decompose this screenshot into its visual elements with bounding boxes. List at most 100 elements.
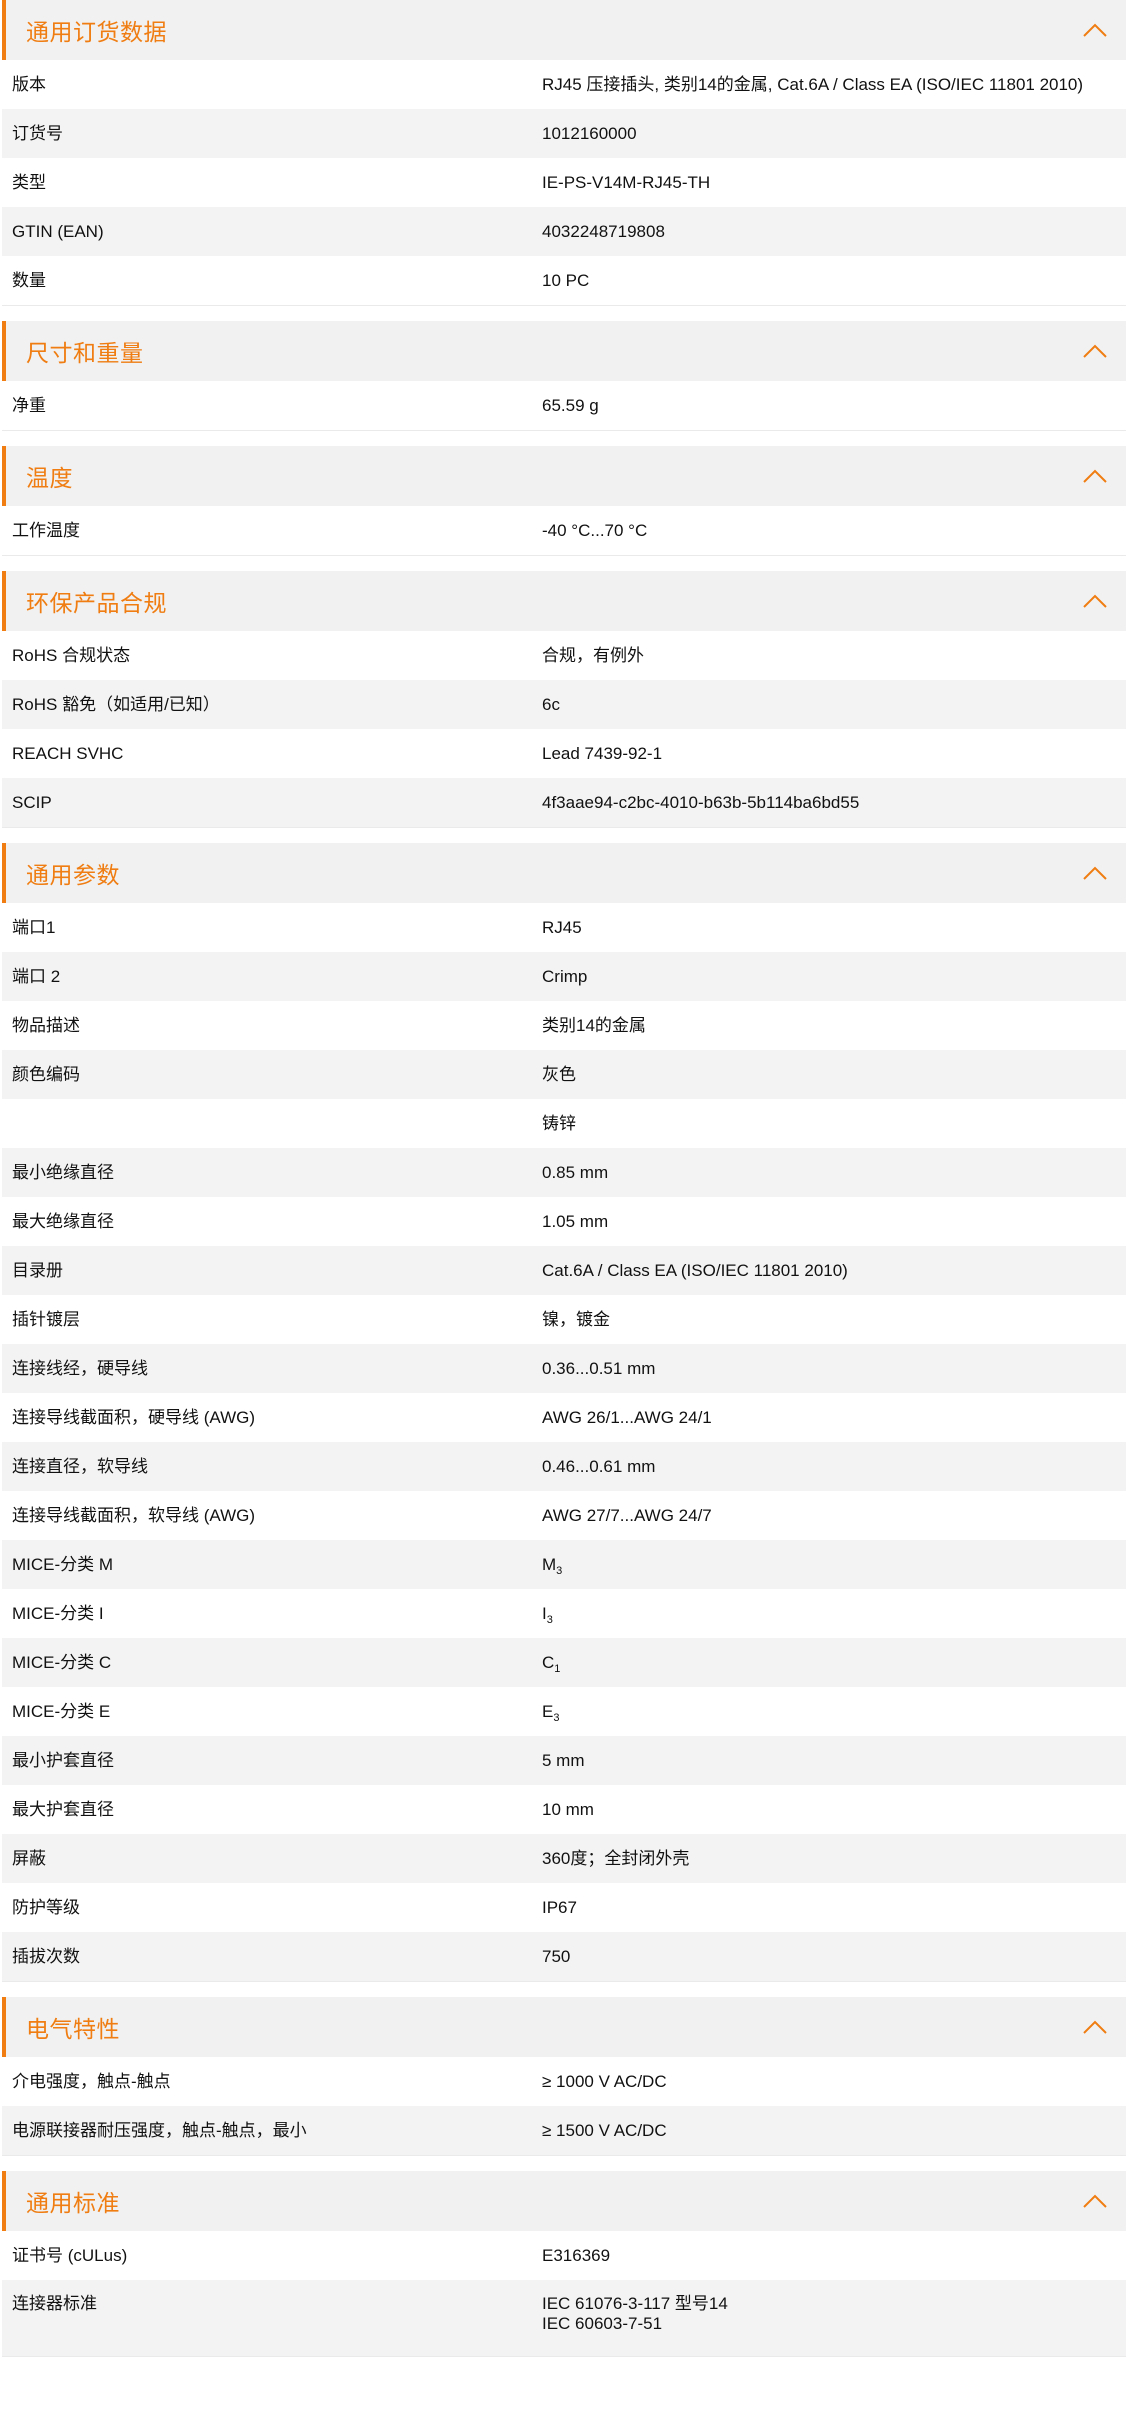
spec-value-text: AWG 26/1...AWG 24/1	[542, 1407, 712, 1427]
spec-label: MICE-分类 C	[12, 1652, 112, 1672]
spec-value: 750	[542, 1947, 1126, 1967]
spec-value-text: 镍，镀金	[542, 1309, 610, 1329]
spec-value: 1.05 mm	[542, 1212, 1126, 1232]
spec-value: 铸锌	[542, 1114, 1126, 1134]
spec-value: -40 °C...70 °C	[542, 521, 1126, 541]
spec-table: RoHS 合规状态 合规，有例外 RoHS 豁免（如适用/已知） 6c REACH SV…	[2, 631, 1126, 828]
spec-value: IP67	[542, 1898, 1126, 1918]
spec-value-text-line2: IEC 60603-7-51	[542, 2314, 663, 2333]
chevron-up-icon[interactable]	[1082, 865, 1108, 881]
spec-value: 类别14的金属	[542, 1016, 1126, 1036]
spec-row: 连接直径，软导线 0.46...0.61 mm	[2, 1442, 1126, 1491]
spec-row: REACH SVHC Lead 7439-92-1	[2, 729, 1126, 778]
section-title: 电气特性	[26, 2016, 120, 2042]
spec-value-subscript: 3	[553, 1711, 560, 1724]
spec-label: REACH SVHC	[12, 743, 124, 763]
section-header[interactable]: 通用订货数据	[2, 0, 1126, 60]
spec-value-text: Crimp	[542, 966, 588, 986]
spec-label: 目录册	[12, 1260, 63, 1280]
spec-row: 插拔次数 750	[2, 1932, 1126, 1981]
spec-row: 证书号 (cULus) E316369	[2, 2231, 1126, 2280]
section-header[interactable]: 尺寸和重量	[2, 321, 1126, 381]
spec-label: 连接线经，硬导线	[12, 1358, 148, 1378]
spec-section: 通用参数 端口1 RJ45 端口 2 Crimp 物品描述 类别14的金属 颜色编码 灰色 铸锌最…	[2, 843, 1126, 1982]
spec-value: 4032248719808	[542, 222, 1126, 242]
spec-label: 版本	[12, 74, 46, 94]
spec-section: 通用标准 证书号 (cULus) E316369 连接器标准 IEC 61076-3-1…	[2, 2171, 1126, 2357]
spec-row: 目录册 Cat.6A / Class EA (ISO/IEC 11801 2010…	[2, 1246, 1126, 1295]
spec-label: 最小护套直径	[12, 1750, 114, 1770]
spec-row: 端口1 RJ45	[2, 903, 1126, 952]
spec-value: RJ45	[542, 918, 1126, 938]
spec-value-text: 0.46...0.61 mm	[542, 1456, 656, 1476]
spec-value: 0.85 mm	[542, 1163, 1126, 1183]
section-header[interactable]: 温度	[2, 446, 1126, 506]
spec-value: 10 PC	[542, 271, 1126, 291]
spec-row: 订货号 1012160000	[2, 109, 1126, 158]
section-header[interactable]: 通用标准	[2, 2171, 1126, 2231]
spec-value: ≥ 1500 V AC/DC	[542, 2121, 1126, 2141]
spec-row: MICE-分类 E E3	[2, 1687, 1126, 1736]
spec-row: MICE-分类 I I3	[2, 1589, 1126, 1638]
spec-row: MICE-分类 M M3	[2, 1540, 1126, 1589]
chevron-up-icon[interactable]	[1082, 343, 1108, 359]
spec-value: I3	[542, 1604, 1126, 1626]
spec-table: 介电强度，触点-触点 ≥ 1000 V AC/DC 电源联接器耐压强度，触点-触点，…	[2, 2057, 1126, 2156]
spec-row: 连接导线截面积，软导线 (AWG) AWG 27/7...AWG 24/7	[2, 1491, 1126, 1540]
spec-value-subscript: 3	[546, 1613, 553, 1626]
spec-label: 端口1	[12, 917, 56, 937]
spec-value-text: RJ45	[542, 917, 582, 937]
spec-value: IE-PS-V14M-RJ45-TH	[542, 173, 1126, 193]
chevron-up-icon[interactable]	[1082, 2019, 1108, 2035]
section-header[interactable]: 环保产品合规	[2, 571, 1126, 631]
spec-value: 灰色	[542, 1065, 1126, 1085]
spec-value-subscript: 1	[554, 1662, 561, 1675]
spec-label: 电源联接器耐压强度，触点-触点，最小	[12, 2120, 307, 2140]
spec-row: 屏蔽 360度；全封闭外壳	[2, 1834, 1126, 1883]
spec-label: 介电强度，触点-触点	[12, 2071, 171, 2091]
spec-label: 证书号 (cULus)	[12, 2245, 128, 2265]
spec-value-main: M	[542, 1554, 557, 1574]
spec-value: M3	[542, 1554, 1126, 1577]
spec-row: 介电强度，触点-触点 ≥ 1000 V AC/DC	[2, 2057, 1126, 2106]
spec-value: 1012160000	[542, 124, 1126, 144]
spec-label: 类型	[12, 172, 46, 192]
chevron-up-icon[interactable]	[1082, 468, 1108, 484]
spec-value-text: 4032248719808	[542, 221, 665, 241]
spec-value-text: 1.05 mm	[542, 1211, 609, 1231]
spec-value: E3	[542, 1702, 1126, 1724]
spec-row: 颜色编码 灰色	[2, 1050, 1126, 1099]
spec-row: 连接线经，硬导线 0.36...0.51 mm	[2, 1344, 1126, 1393]
chevron-up-icon[interactable]	[1082, 22, 1108, 38]
spec-label: SCIP	[12, 792, 52, 812]
spec-value: 4f3aae94-c2bc-4010-b63b-5b114ba6bd55	[542, 793, 1126, 813]
spec-label: 净重	[12, 395, 46, 415]
spec-table: 证书号 (cULus) E316369 连接器标准 IEC 61076-3-117 型…	[2, 2231, 1126, 2357]
section-header[interactable]: 电气特性	[2, 1997, 1126, 2057]
spec-label: RoHS 豁免（如适用/已知）	[12, 694, 220, 714]
spec-value: ≥ 1000 V AC/DC	[542, 2072, 1126, 2092]
spec-value: 6c	[542, 695, 1126, 715]
spec-row: 连接器标准 IEC 61076-3-117 型号14 IEC 60603-7-51	[2, 2280, 1126, 2356]
spec-row: 工作温度 -40 °C...70 °C	[2, 506, 1126, 555]
spec-value: 合规，有例外	[542, 646, 1126, 666]
spec-row: RoHS 合规状态 合规，有例外	[2, 631, 1126, 680]
spec-row: GTIN (EAN) 4032248719808	[2, 207, 1126, 256]
spec-row: 端口 2 Crimp	[2, 952, 1126, 1001]
spec-row: 电源联接器耐压强度，触点-触点，最小 ≥ 1500 V AC/DC	[2, 2106, 1126, 2155]
spec-value-text: 0.85 mm	[542, 1162, 609, 1182]
section-title: 通用订货数据	[26, 19, 167, 45]
spec-value-main: C	[542, 1652, 555, 1672]
spec-value-text: 65.59 g	[542, 395, 599, 415]
section-header[interactable]: 通用参数	[2, 843, 1126, 903]
spec-section: 温度 工作温度 -40 °C...70 °C	[2, 446, 1126, 556]
spec-label: 颜色编码	[12, 1064, 80, 1084]
chevron-up-icon[interactable]	[1082, 2193, 1108, 2209]
chevron-up-icon[interactable]	[1082, 593, 1108, 609]
spec-page: 通用订货数据 版本 RJ45 压接插头, 类别14的金属, Cat.6A / Cla…	[0, 0, 1128, 2357]
spec-label: 最小绝缘直径	[12, 1162, 114, 1182]
spec-label: RoHS 合规状态	[12, 645, 131, 665]
spec-value-text: 类别14的金属	[542, 1015, 646, 1035]
spec-value-text: 5 mm	[542, 1750, 585, 1770]
spec-row: 铸锌	[2, 1099, 1126, 1148]
